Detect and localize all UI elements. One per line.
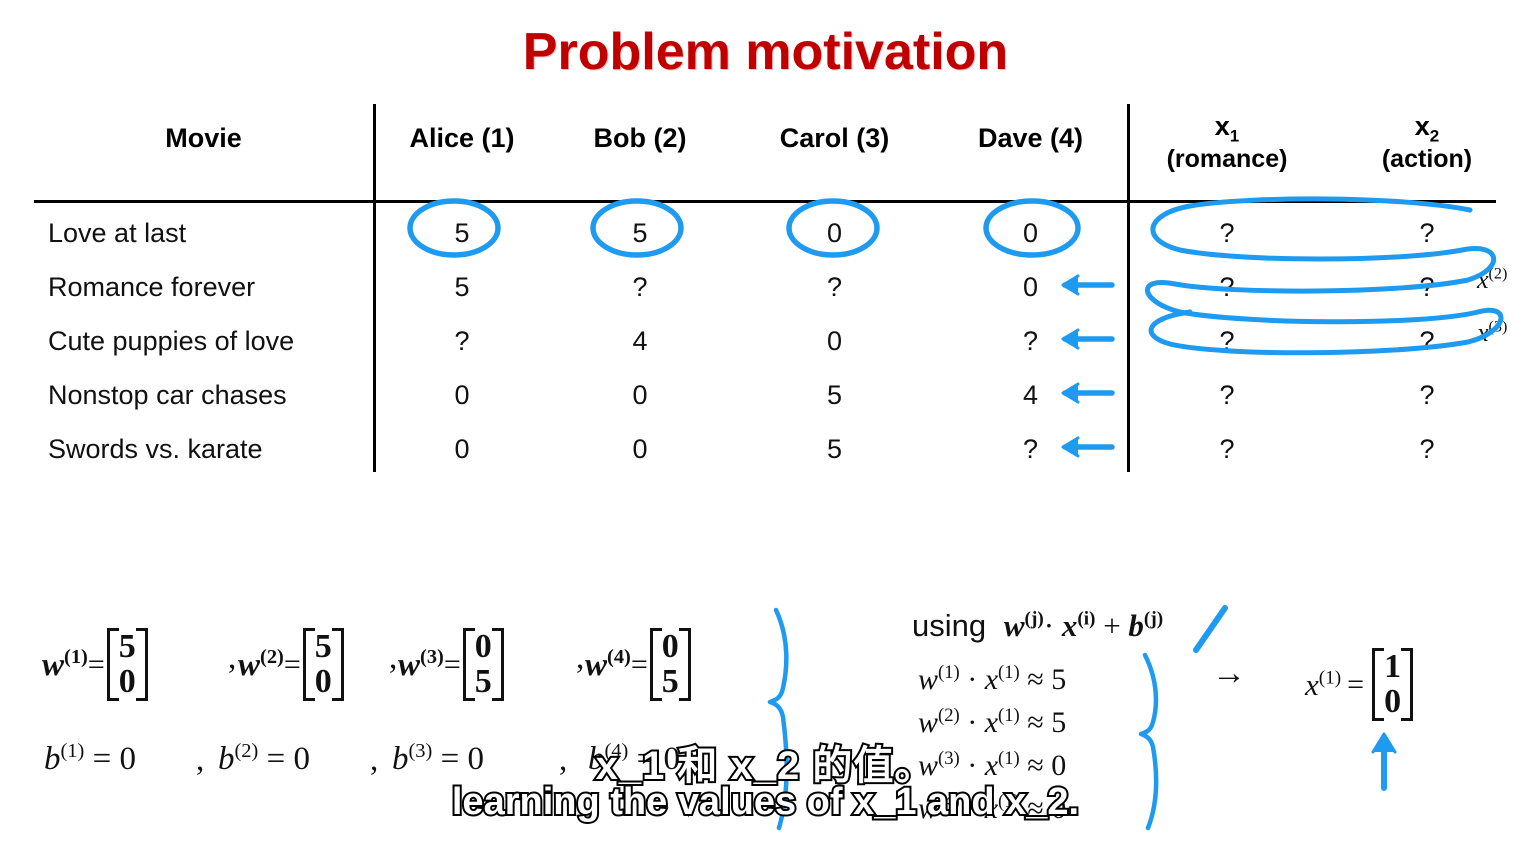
col-header-alice: Alice (1) <box>409 123 515 153</box>
annotation-label-x2: x(2) <box>1477 265 1508 294</box>
result-x1-symbol: x(1) <box>1305 666 1342 702</box>
weight-w2-symbol: w(2) <box>238 645 284 683</box>
result-x1: x(1) = 10 <box>1305 647 1415 722</box>
col-header-bob: Bob (2) <box>593 123 687 153</box>
weight-w2-vector: 50 <box>302 627 344 702</box>
slide-canvas: Problem motivation Movie Alice (1) Bob (… <box>0 0 1531 847</box>
table-row-movie-2: Cute puppies of love <box>48 326 295 356</box>
table-cell-3-bob: 0 <box>632 380 648 410</box>
weight-w3-vector: 05 <box>462 627 504 702</box>
table-cell-0-bob: 5 <box>632 218 648 248</box>
weight-w1: w(1) = 50 <box>42 627 150 702</box>
result-x1-vector: 10 <box>1372 647 1414 722</box>
table-cell-3-alice: 0 <box>454 380 470 410</box>
table-cell-1-carol: ? <box>826 272 843 302</box>
table-cell-2-carol: 0 <box>826 326 843 356</box>
subtitle-english: learning the values of x_1 and x_2. <box>450 779 1081 825</box>
table-cell-3-x2: ? <box>1419 380 1435 410</box>
equation-0: w(1) · x(1) ≈ 5 <box>918 662 1067 696</box>
col-header-x2: x2 (action) <box>1327 111 1527 173</box>
table-cell-2-x1: ? <box>1219 326 1235 356</box>
page-title: Problem motivation <box>522 23 1009 81</box>
table-cell-0-x1: ? <box>1219 218 1235 248</box>
col-header-x1-caption: (romance) <box>1166 144 1288 173</box>
table-row-movie-1: Romance forever <box>48 272 256 302</box>
table-cell-3-dave: 4 <box>1022 380 1039 410</box>
table-cell-1-bob: ? <box>632 272 648 302</box>
table-cell-4-x2: ? <box>1419 434 1435 464</box>
col-header-x2-symbol: x2 <box>1414 111 1440 146</box>
weight-w4: w(4) = 05 <box>585 627 693 702</box>
table-cell-0-carol: 0 <box>826 218 843 248</box>
table-cell-2-bob: 4 <box>632 326 648 356</box>
table-cell-4-bob: 0 <box>632 434 648 464</box>
ratings-table: Movie Alice (1) Bob (2) Carol (3) Dave (… <box>0 104 1531 476</box>
weight-w1-symbol: w(1) <box>42 645 88 683</box>
table-cell-1-alice: 5 <box>454 272 470 302</box>
table-row-movie-4: Swords vs. karate <box>48 434 263 464</box>
table-cell-2-dave: ? <box>1022 326 1039 356</box>
weight-w4-vector: 05 <box>649 627 691 702</box>
table-cell-0-dave: 0 <box>1022 218 1039 248</box>
using-label: using <box>912 608 987 643</box>
table-cell-1-x1: ? <box>1219 272 1235 302</box>
table-cell-4-x1: ? <box>1219 434 1235 464</box>
weight-w1-vector: 50 <box>106 627 148 702</box>
table-cell-0-alice: 5 <box>454 218 470 248</box>
table-cell-4-alice: 0 <box>454 434 470 464</box>
col-header-x2-caption: (action) <box>1381 144 1473 173</box>
table-header-rule <box>34 200 1496 203</box>
using-expression: using w(j)· x(i) + b(j) <box>912 608 1164 643</box>
weight-w3: w(3) = 05 <box>398 627 506 702</box>
table-row-movie-3: Nonstop car chases <box>48 380 287 410</box>
implies-arrow: → <box>1212 655 1246 692</box>
col-header-x1: x1 (romance) <box>1127 111 1327 173</box>
table-cell-1-dave: 0 <box>1022 272 1039 302</box>
weight-w3-symbol: w(3) <box>398 645 444 683</box>
weight-w2: w(2) = 50 <box>238 627 346 702</box>
col-header-carol: Carol (3) <box>779 123 890 153</box>
annotation-label-x3: x(3) <box>1477 318 1508 347</box>
col-header-x1-symbol: x1 <box>1214 111 1240 146</box>
col-header-movie: Movie <box>165 123 242 153</box>
strike-bias-term <box>1193 605 1228 653</box>
table-cell-4-dave: ? <box>1022 434 1039 464</box>
table-cell-4-carol: 5 <box>826 434 843 464</box>
col-header-dave: Dave (4) <box>977 123 1084 153</box>
table-cell-3-x1: ? <box>1219 380 1235 410</box>
table-cell-3-carol: 5 <box>826 380 843 410</box>
table-cell-2-alice: ? <box>454 326 470 356</box>
table-cell-0-x2: ? <box>1419 218 1435 248</box>
table-row-movie-0: Love at last <box>48 218 187 248</box>
weight-w4-symbol: w(4) <box>585 645 631 683</box>
